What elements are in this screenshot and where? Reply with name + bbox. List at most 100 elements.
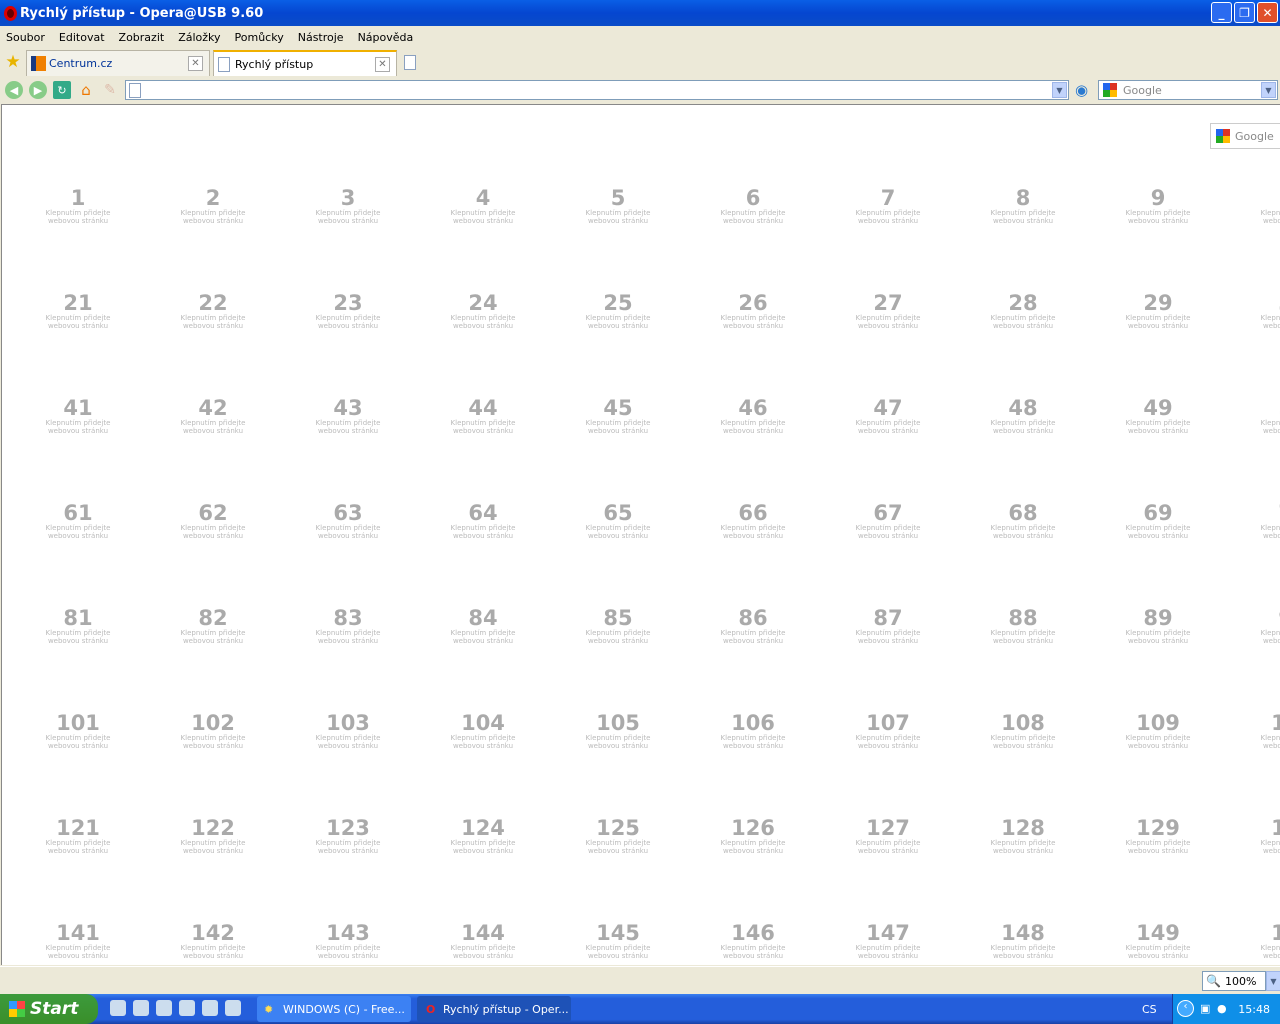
word-icon[interactable]: [179, 1000, 195, 1016]
speed-dial-tile[interactable]: 61 Klepnutím přidejte webovou stránku: [23, 502, 133, 540]
speed-dial-tile[interactable]: 150Klepnutím přidejtewebovou stránku: [1238, 922, 1280, 960]
speed-dial-tile[interactable]: 3 Klepnutím přidejte webovou stránku: [293, 187, 403, 225]
speed-dial-tile[interactable]: 44 Klepnutím přidejte webovou stránku: [428, 397, 538, 435]
speed-dial-tile[interactable]: 42 Klepnutím přidejte webovou stránku: [158, 397, 268, 435]
speed-dial-tile[interactable]: 30Klepnutím přidejtewebovou stránku: [1238, 292, 1280, 330]
speed-dial-tile[interactable]: 124 Klepnutím přidejte webovou stránku: [428, 817, 538, 855]
wand-icon[interactable]: ✎: [101, 81, 119, 99]
speed-dial-tile[interactable]: 148 Klepnutím přidejte webovou stránku: [968, 922, 1078, 960]
speed-dial-tile[interactable]: 65 Klepnutím přidejte webovou stránku: [563, 502, 673, 540]
network-icon[interactable]: ▣: [1200, 1002, 1210, 1015]
speed-dial-tile[interactable]: 146 Klepnutím přidejte webovou stránku: [698, 922, 808, 960]
speed-dial-tile[interactable]: 84 Klepnutím přidejte webovou stránku: [428, 607, 538, 645]
speed-dial-tile[interactable]: 67 Klepnutím přidejte webovou stránku: [833, 502, 943, 540]
menu-editovat[interactable]: Editovat: [59, 31, 105, 44]
speed-dial-tile[interactable]: 107 Klepnutím přidejte webovou stránku: [833, 712, 943, 750]
speed-dial-tile[interactable]: 7 Klepnutím přidejte webovou stránku: [833, 187, 943, 225]
feed-globe-icon[interactable]: ◉: [1075, 81, 1088, 99]
speed-dial-tile[interactable]: 104 Klepnutím přidejte webovou stránku: [428, 712, 538, 750]
speed-dial-tile[interactable]: 24 Klepnutím přidejte webovou stránku: [428, 292, 538, 330]
speed-dial-tile[interactable]: 68 Klepnutím přidejte webovou stránku: [968, 502, 1078, 540]
speed-dial-tile[interactable]: 110Klepnutím přidejtewebovou stránku: [1238, 712, 1280, 750]
chevron-down-icon[interactable]: ▼: [1261, 82, 1276, 98]
speed-dial-tile[interactable]: 149 Klepnutím přidejte webovou stránku: [1103, 922, 1213, 960]
speed-dial-tile[interactable]: 87 Klepnutím přidejte webovou stránku: [833, 607, 943, 645]
speed-dial-tile[interactable]: 2 Klepnutím přidejte webovou stránku: [158, 187, 268, 225]
app-icon[interactable]: [110, 1000, 126, 1016]
speed-dial-tile[interactable]: 127 Klepnutím přidejte webovou stránku: [833, 817, 943, 855]
speed-dial-tile[interactable]: 128 Klepnutím přidejte webovou stránku: [968, 817, 1078, 855]
speed-dial-tile[interactable]: 23 Klepnutím přidejte webovou stránku: [293, 292, 403, 330]
speed-dial-tile[interactable]: 108 Klepnutím přidejte webovou stránku: [968, 712, 1078, 750]
back-icon[interactable]: ◀: [5, 81, 23, 99]
speed-dial-tile[interactable]: 22 Klepnutím přidejte webovou stránku: [158, 292, 268, 330]
app-icon[interactable]: [225, 1000, 241, 1016]
antivirus-icon[interactable]: ●: [1217, 1002, 1227, 1015]
chevron-left-icon[interactable]: ‹: [1177, 1000, 1194, 1017]
restore-button[interactable]: ❐: [1234, 2, 1255, 23]
taskbar-item-windows[interactable]: ✹ WINDOWS (C) - Free...: [257, 996, 411, 1022]
speed-dial-tile[interactable]: 142 Klepnutím přidejte webovou stránku: [158, 922, 268, 960]
calculator-icon[interactable]: [156, 1000, 172, 1016]
speed-dial-tile[interactable]: 85 Klepnutím přidejte webovou stránku: [563, 607, 673, 645]
chevron-down-icon[interactable]: ▼: [1266, 971, 1280, 991]
menu-nastroje[interactable]: Nástroje: [298, 31, 344, 44]
start-button[interactable]: Start: [0, 994, 98, 1024]
speed-dial-tile[interactable]: 4 Klepnutím přidejte webovou stránku: [428, 187, 538, 225]
taskbar-item-opera[interactable]: O Rychlý přístup - Oper...: [417, 996, 571, 1022]
close-button[interactable]: ✕: [1257, 2, 1278, 23]
zoom-select[interactable]: 🔍 100% ▼: [1202, 971, 1280, 991]
chevron-down-icon[interactable]: ▼: [1052, 82, 1067, 98]
speed-dial-tile[interactable]: 26 Klepnutím přidejte webovou stránku: [698, 292, 808, 330]
speed-dial-tile[interactable]: 69 Klepnutím přidejte webovou stránku: [1103, 502, 1213, 540]
speed-dial-tile[interactable]: 147 Klepnutím přidejte webovou stránku: [833, 922, 943, 960]
speed-dial-tile[interactable]: 145 Klepnutím přidejte webovou stránku: [563, 922, 673, 960]
speed-dial-tile[interactable]: 81 Klepnutím přidejte webovou stránku: [23, 607, 133, 645]
speed-dial-tile[interactable]: 106 Klepnutím přidejte webovou stránku: [698, 712, 808, 750]
speed-dial-tile[interactable]: 50Klepnutím přidejtewebovou stránku: [1238, 397, 1280, 435]
firefox-icon[interactable]: [202, 1000, 218, 1016]
google-search-button[interactable]: Google: [1210, 123, 1280, 149]
speed-dial-tile[interactable]: 27 Klepnutím přidejte webovou stránku: [833, 292, 943, 330]
speed-dial-tile[interactable]: 10Klepnutím přidejtewebovou stránku: [1238, 187, 1280, 225]
speed-dial-tile[interactable]: 64 Klepnutím přidejte webovou stránku: [428, 502, 538, 540]
speed-dial-tile[interactable]: 70Klepnutím přidejtewebovou stránku: [1238, 502, 1280, 540]
speed-dial-tile[interactable]: 90Klepnutím přidejtewebovou stránku: [1238, 607, 1280, 645]
menu-napoveda[interactable]: Nápověda: [358, 31, 414, 44]
menu-zobrazit[interactable]: Zobrazit: [119, 31, 165, 44]
speed-dial-tile[interactable]: 89 Klepnutím přidejte webovou stránku: [1103, 607, 1213, 645]
speed-dial-tile[interactable]: 83 Klepnutím přidejte webovou stránku: [293, 607, 403, 645]
close-tab-icon[interactable]: ✕: [188, 56, 203, 71]
speed-dial-tile[interactable]: 102 Klepnutím přidejte webovou stránku: [158, 712, 268, 750]
speed-dial-tile[interactable]: 43 Klepnutím přidejte webovou stránku: [293, 397, 403, 435]
speed-dial-tile[interactable]: 101 Klepnutím přidejte webovou stránku: [23, 712, 133, 750]
speed-dial-tile[interactable]: 8 Klepnutím přidejte webovou stránku: [968, 187, 1078, 225]
speed-dial-tile[interactable]: 122 Klepnutím přidejte webovou stránku: [158, 817, 268, 855]
speed-dial-tile[interactable]: 62 Klepnutím přidejte webovou stránku: [158, 502, 268, 540]
speed-dial-tile[interactable]: 28 Klepnutím přidejte webovou stránku: [968, 292, 1078, 330]
speed-dial-tile[interactable]: 21 Klepnutím přidejte webovou stránku: [23, 292, 133, 330]
speed-dial-tile[interactable]: 105 Klepnutím přidejte webovou stránku: [563, 712, 673, 750]
speed-dial-tile[interactable]: 109 Klepnutím přidejte webovou stránku: [1103, 712, 1213, 750]
speed-dial-tile[interactable]: 82 Klepnutím přidejte webovou stránku: [158, 607, 268, 645]
speed-dial-tile[interactable]: 45 Klepnutím přidejte webovou stránku: [563, 397, 673, 435]
speed-dial-tile[interactable]: 29 Klepnutím přidejte webovou stránku: [1103, 292, 1213, 330]
speed-dial-tile[interactable]: 129 Klepnutím přidejte webovou stránku: [1103, 817, 1213, 855]
address-field[interactable]: ▼: [125, 80, 1069, 100]
speed-dial-tile[interactable]: 6 Klepnutím přidejte webovou stránku: [698, 187, 808, 225]
speed-dial-tile[interactable]: 25 Klepnutím přidejte webovou stránku: [563, 292, 673, 330]
close-tab-icon[interactable]: ✕: [375, 56, 390, 72]
speed-dial-tile[interactable]: 47 Klepnutím přidejte webovou stránku: [833, 397, 943, 435]
speed-dial-tile[interactable]: 9 Klepnutím přidejte webovou stránku: [1103, 187, 1213, 225]
menu-zalozky[interactable]: Záložky: [178, 31, 220, 44]
ie-icon[interactable]: [133, 1000, 149, 1016]
speed-dial-tile[interactable]: 66 Klepnutím přidejte webovou stránku: [698, 502, 808, 540]
forward-icon[interactable]: ▶: [29, 81, 47, 99]
speed-dial-tile[interactable]: 63 Klepnutím přidejte webovou stránku: [293, 502, 403, 540]
speed-dial-tile[interactable]: 130Klepnutím přidejtewebovou stránku: [1238, 817, 1280, 855]
bookmark-star-icon[interactable]: ★: [0, 52, 26, 72]
speed-dial-tile[interactable]: 1 Klepnutím přidejte webovou stránku: [23, 187, 133, 225]
speed-dial-tile[interactable]: 144 Klepnutím přidejte webovou stránku: [428, 922, 538, 960]
speed-dial-tile[interactable]: 141 Klepnutím přidejte webovou stránku: [23, 922, 133, 960]
home-icon[interactable]: ⌂: [77, 81, 95, 99]
